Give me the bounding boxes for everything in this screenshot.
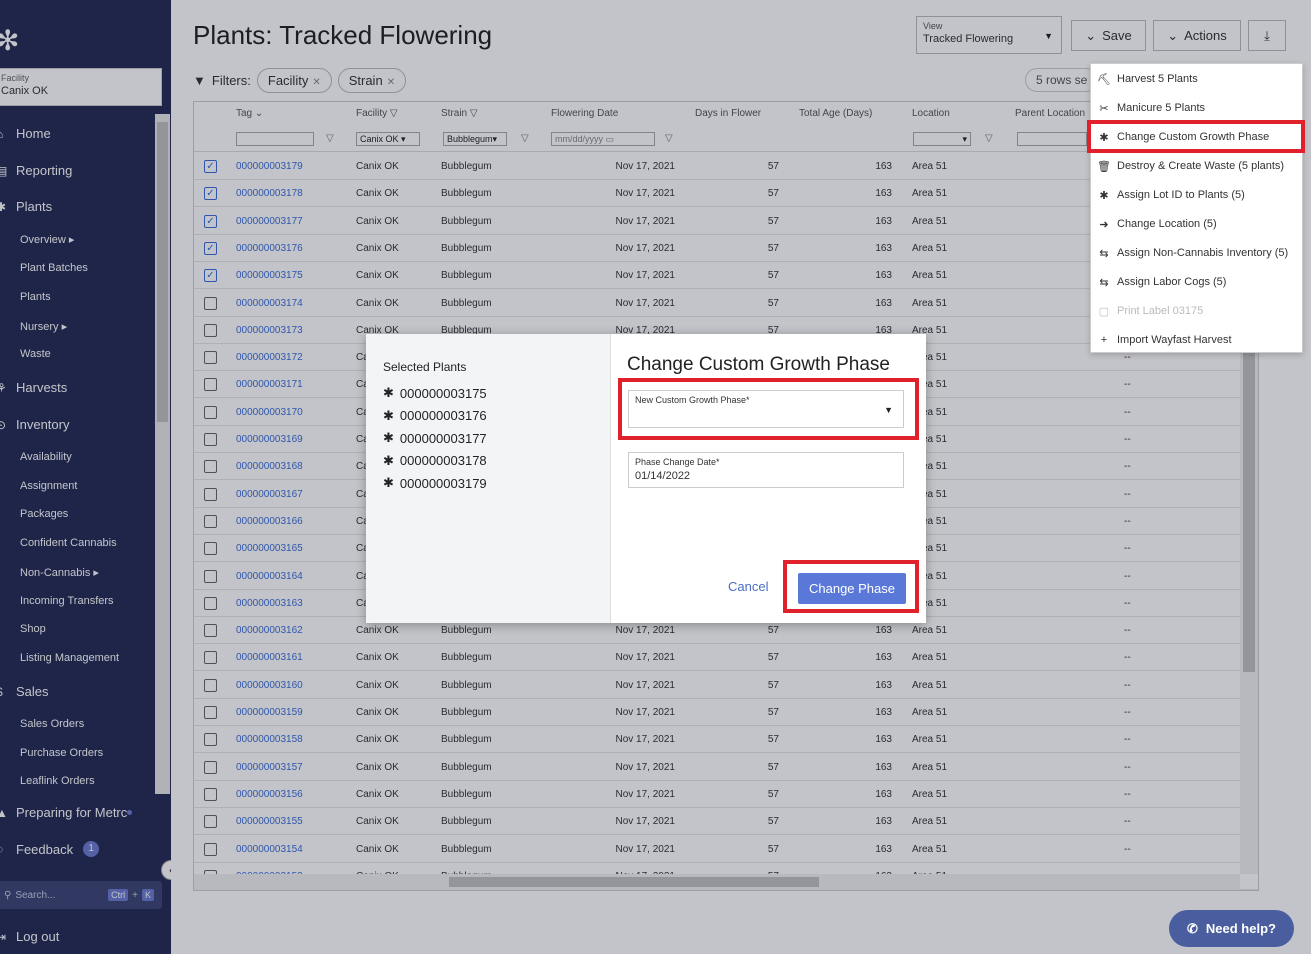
action-menu-label: Change Location (5) [1117,218,1217,230]
selected-plant-item: ✱ 000000003178 [383,453,487,469]
highlight-growth-phase-select [618,378,919,440]
harvest-icon: ⛏ [1097,73,1111,86]
plant-icon: ✱ [383,475,394,490]
action-menu-label: Assign Non-Cannabis Inventory (5) [1117,247,1289,259]
leaf-icon: ✱ [1099,189,1109,202]
need-help-label: Need help? [1205,921,1276,936]
selected-plant-tag: 000000003179 [399,475,487,491]
trash-icon: 🗑 [1097,160,1111,173]
plus-icon: + [1100,334,1108,346]
selected-plant-tag: 000000003175 [399,385,487,401]
phase-change-date-field[interactable]: Phase Change Date* 01/14/2022 [628,452,904,488]
action-menu-item[interactable]: ⛏ Harvest 5 Plants [1091,65,1304,93]
arrow-right-icon: ➜ [1099,218,1109,231]
scissors-icon: ✂ [1099,102,1109,115]
selected-plant-tag: 000000003178 [399,453,487,468]
selected-plant-item: ✱ 000000003176 [383,408,487,424]
need-help-button[interactable]: ✆ Need help? [1169,910,1294,947]
action-menu-label: Assign Lot ID to Plants (5) [1117,189,1245,201]
action-menu-label: Assign Labor Cogs (5) [1117,276,1227,288]
swap-icon: ⇆ [1099,276,1109,289]
action-menu-item[interactable]: 🗑 Destroy & Create Waste (5 plants) [1091,152,1304,180]
phase-change-date-value: 01/14/2022 [635,470,691,482]
selected-plant-item: ✱ 000000003177 [383,430,487,446]
highlight-change-phase-button [783,560,919,613]
plant-icon: ✱ [383,407,394,423]
selected-plant-tag: 000000003177 [399,430,487,446]
action-menu-label: Print Label 03175 [1117,305,1204,317]
dialog-title: Change Custom Growth Phase [627,354,890,375]
action-menu-item[interactable]: + Import Wayfast Harvest [1091,326,1304,354]
action-menu-item[interactable]: ➜ Change Location (5) [1091,210,1304,238]
action-menu-item[interactable]: ⇆ Assign Non-Cannabis Inventory (5) [1091,239,1304,267]
actions-menu: ⛏ Harvest 5 Plants ✂ Manicure 5 Plants ✱ Chan… [1090,63,1303,353]
selected-plants-panel: Selected Plants ✱ 000000003175 ✱ 0000000031… [366,334,611,623]
action-menu-label: Harvest 5 Plants [1117,73,1198,85]
selected-plant-item: ✱ 000000003175 [383,385,487,401]
phase-change-date-label: Phase Change Date* [635,457,720,467]
action-menu-item[interactable]: ✱ Assign Lot ID to Plants (5) [1091,181,1304,209]
plant-icon: ✱ [383,385,394,400]
selected-plant-item: ✱ 000000003179 [383,475,487,491]
phone-icon: ✆ [1187,920,1198,936]
label-icon: ▢ [1098,305,1110,318]
action-menu-label: Destroy & Create Waste (5 plants) [1117,160,1285,172]
highlight-change-growth-phase [1087,120,1305,153]
plant-icon: ✱ [383,452,394,468]
selected-plant-tag: 000000003176 [399,408,487,423]
swap-icon: ⇆ [1099,247,1109,260]
selected-plants-title: Selected Plants [383,360,467,374]
action-menu-item[interactable]: ✂ Manicure 5 Plants [1091,94,1304,122]
action-menu-label: Import Wayfast Harvest [1117,334,1232,346]
action-menu-item[interactable]: ⇆ Assign Labor Cogs (5) [1091,268,1304,296]
action-menu-item: ▢ Print Label 03175 [1091,297,1304,325]
plant-icon: ✱ [383,430,394,445]
action-menu-label: Manicure 5 Plants [1117,102,1206,114]
cancel-button[interactable]: Cancel [728,579,768,594]
